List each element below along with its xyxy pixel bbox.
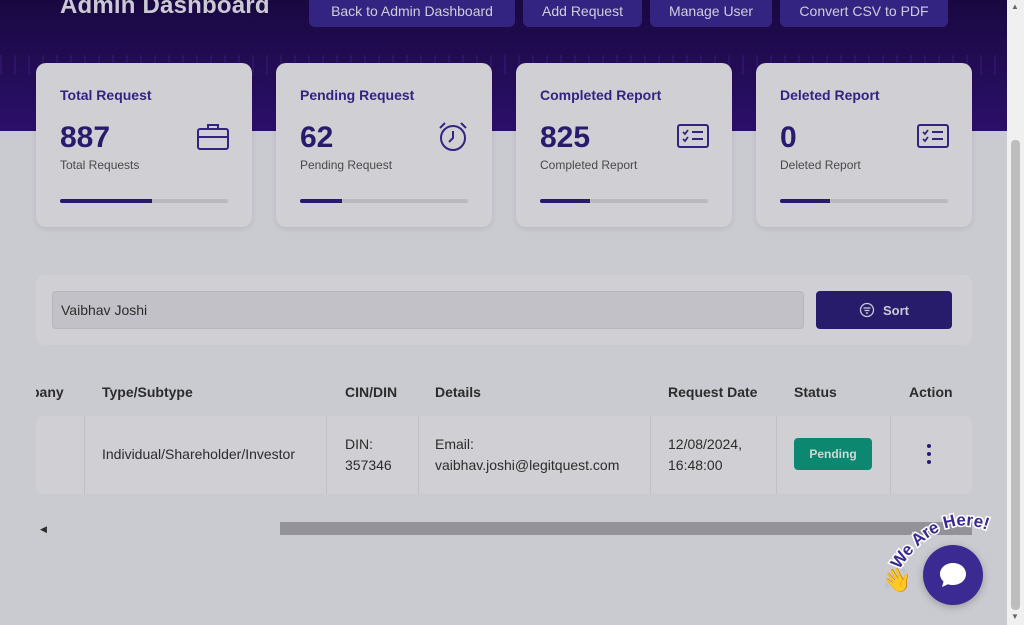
scroll-up-icon[interactable]: ▲ <box>1011 2 1019 11</box>
convert-csv-to-pdf-button[interactable]: Convert CSV to PDF <box>780 0 948 27</box>
stat-card-title: Deleted Report <box>780 87 880 103</box>
scroll-left-icon[interactable]: ◀ <box>40 524 47 535</box>
checklist-icon <box>677 124 709 148</box>
cell-time: 16:48:00 <box>668 457 723 473</box>
stat-card-progress <box>540 199 708 203</box>
stat-card-subtitle: Total Requests <box>60 158 140 172</box>
column-header-company: pany <box>36 384 64 400</box>
manage-user-button[interactable]: Manage User <box>650 0 772 27</box>
stat-card-value: 62 <box>300 121 334 154</box>
column-header-cin-din: CIN/DIN <box>345 384 398 400</box>
waving-hand-icon: 👋 <box>882 567 912 594</box>
sort-button-label: Sort <box>883 302 909 318</box>
stat-card-pending-request: Pending Request 62 Pending Request <box>276 63 492 227</box>
stat-card-completed-report: Completed Report 825 Completed Report <box>516 63 732 227</box>
scroll-down-icon[interactable]: ▼ <box>1011 612 1019 621</box>
alarm-clock-icon <box>439 122 467 151</box>
back-to-admin-dashboard-button[interactable]: Back to Admin Dashboard <box>309 0 515 27</box>
table-horizontal-scrollbar[interactable]: ◀ <box>36 522 972 535</box>
chat-bubble-icon <box>940 563 966 587</box>
cell-din-value: 357346 <box>345 457 392 473</box>
chat-button[interactable] <box>923 545 983 605</box>
column-header-status: Status <box>794 384 837 400</box>
scroll-thumb[interactable] <box>280 522 972 535</box>
stat-card-value: 887 <box>60 121 111 154</box>
cell-details-label: Email: <box>435 436 474 452</box>
stat-card-subtitle: Deleted Report <box>780 158 861 172</box>
page: Admin Dashboard Back to Admin Dashboard … <box>0 0 1007 625</box>
cell-request-date: 12/08/2024, 16:48:00 <box>668 434 742 476</box>
column-header-type: Type/Subtype <box>102 384 193 400</box>
column-header-action: Action <box>909 384 953 400</box>
stat-card-title: Total Request <box>60 87 152 103</box>
stat-card-title: Pending Request <box>300 87 415 103</box>
stat-card-value: 825 <box>540 121 591 154</box>
filter-icon <box>859 302 875 318</box>
cell-type: Individual/Shareholder/Investor <box>102 446 296 462</box>
status-badge: Pending <box>794 438 872 470</box>
search-panel: Vaibhav Joshi Sort <box>36 275 972 345</box>
briefcase-icon <box>197 124 229 150</box>
column-header-details: Details <box>435 384 481 400</box>
stat-card-subtitle: Completed Report <box>540 158 638 172</box>
stat-card-deleted-report: Deleted Report 0 Deleted Report <box>756 63 972 227</box>
cell-details-email: vaibhav.joshi@legitquest.com <box>435 457 620 473</box>
requests-table: pany Type/Subtype CIN/DIN Details Reques… <box>36 372 972 497</box>
stat-card-progress <box>60 199 228 203</box>
sort-button[interactable]: Sort <box>816 291 952 329</box>
column-header-request-date: Request Date <box>668 384 758 400</box>
add-request-button[interactable]: Add Request <box>523 0 642 27</box>
cell-date: 12/08/2024, <box>668 436 742 452</box>
stat-card-value: 0 <box>780 121 797 154</box>
cell-din: DIN: 357346 <box>345 434 392 476</box>
table-row: Individual/Shareholder/Investor DIN: 357… <box>36 416 972 494</box>
stat-card-title: Completed Report <box>540 87 662 103</box>
stat-card-total-request: Total Request 887 Total Requests <box>36 63 252 227</box>
stat-card-subtitle: Pending Request <box>300 158 393 172</box>
stat-card-progress <box>300 199 468 203</box>
page-title: Admin Dashboard <box>60 0 270 19</box>
checklist-icon <box>917 124 949 148</box>
search-input[interactable]: Vaibhav Joshi <box>52 291 804 329</box>
stat-card-progress <box>780 199 948 203</box>
cell-din-label: DIN: <box>345 436 373 452</box>
more-options-icon[interactable] <box>924 444 934 464</box>
cell-details: Email: vaibhav.joshi@legitquest.com <box>435 434 619 476</box>
